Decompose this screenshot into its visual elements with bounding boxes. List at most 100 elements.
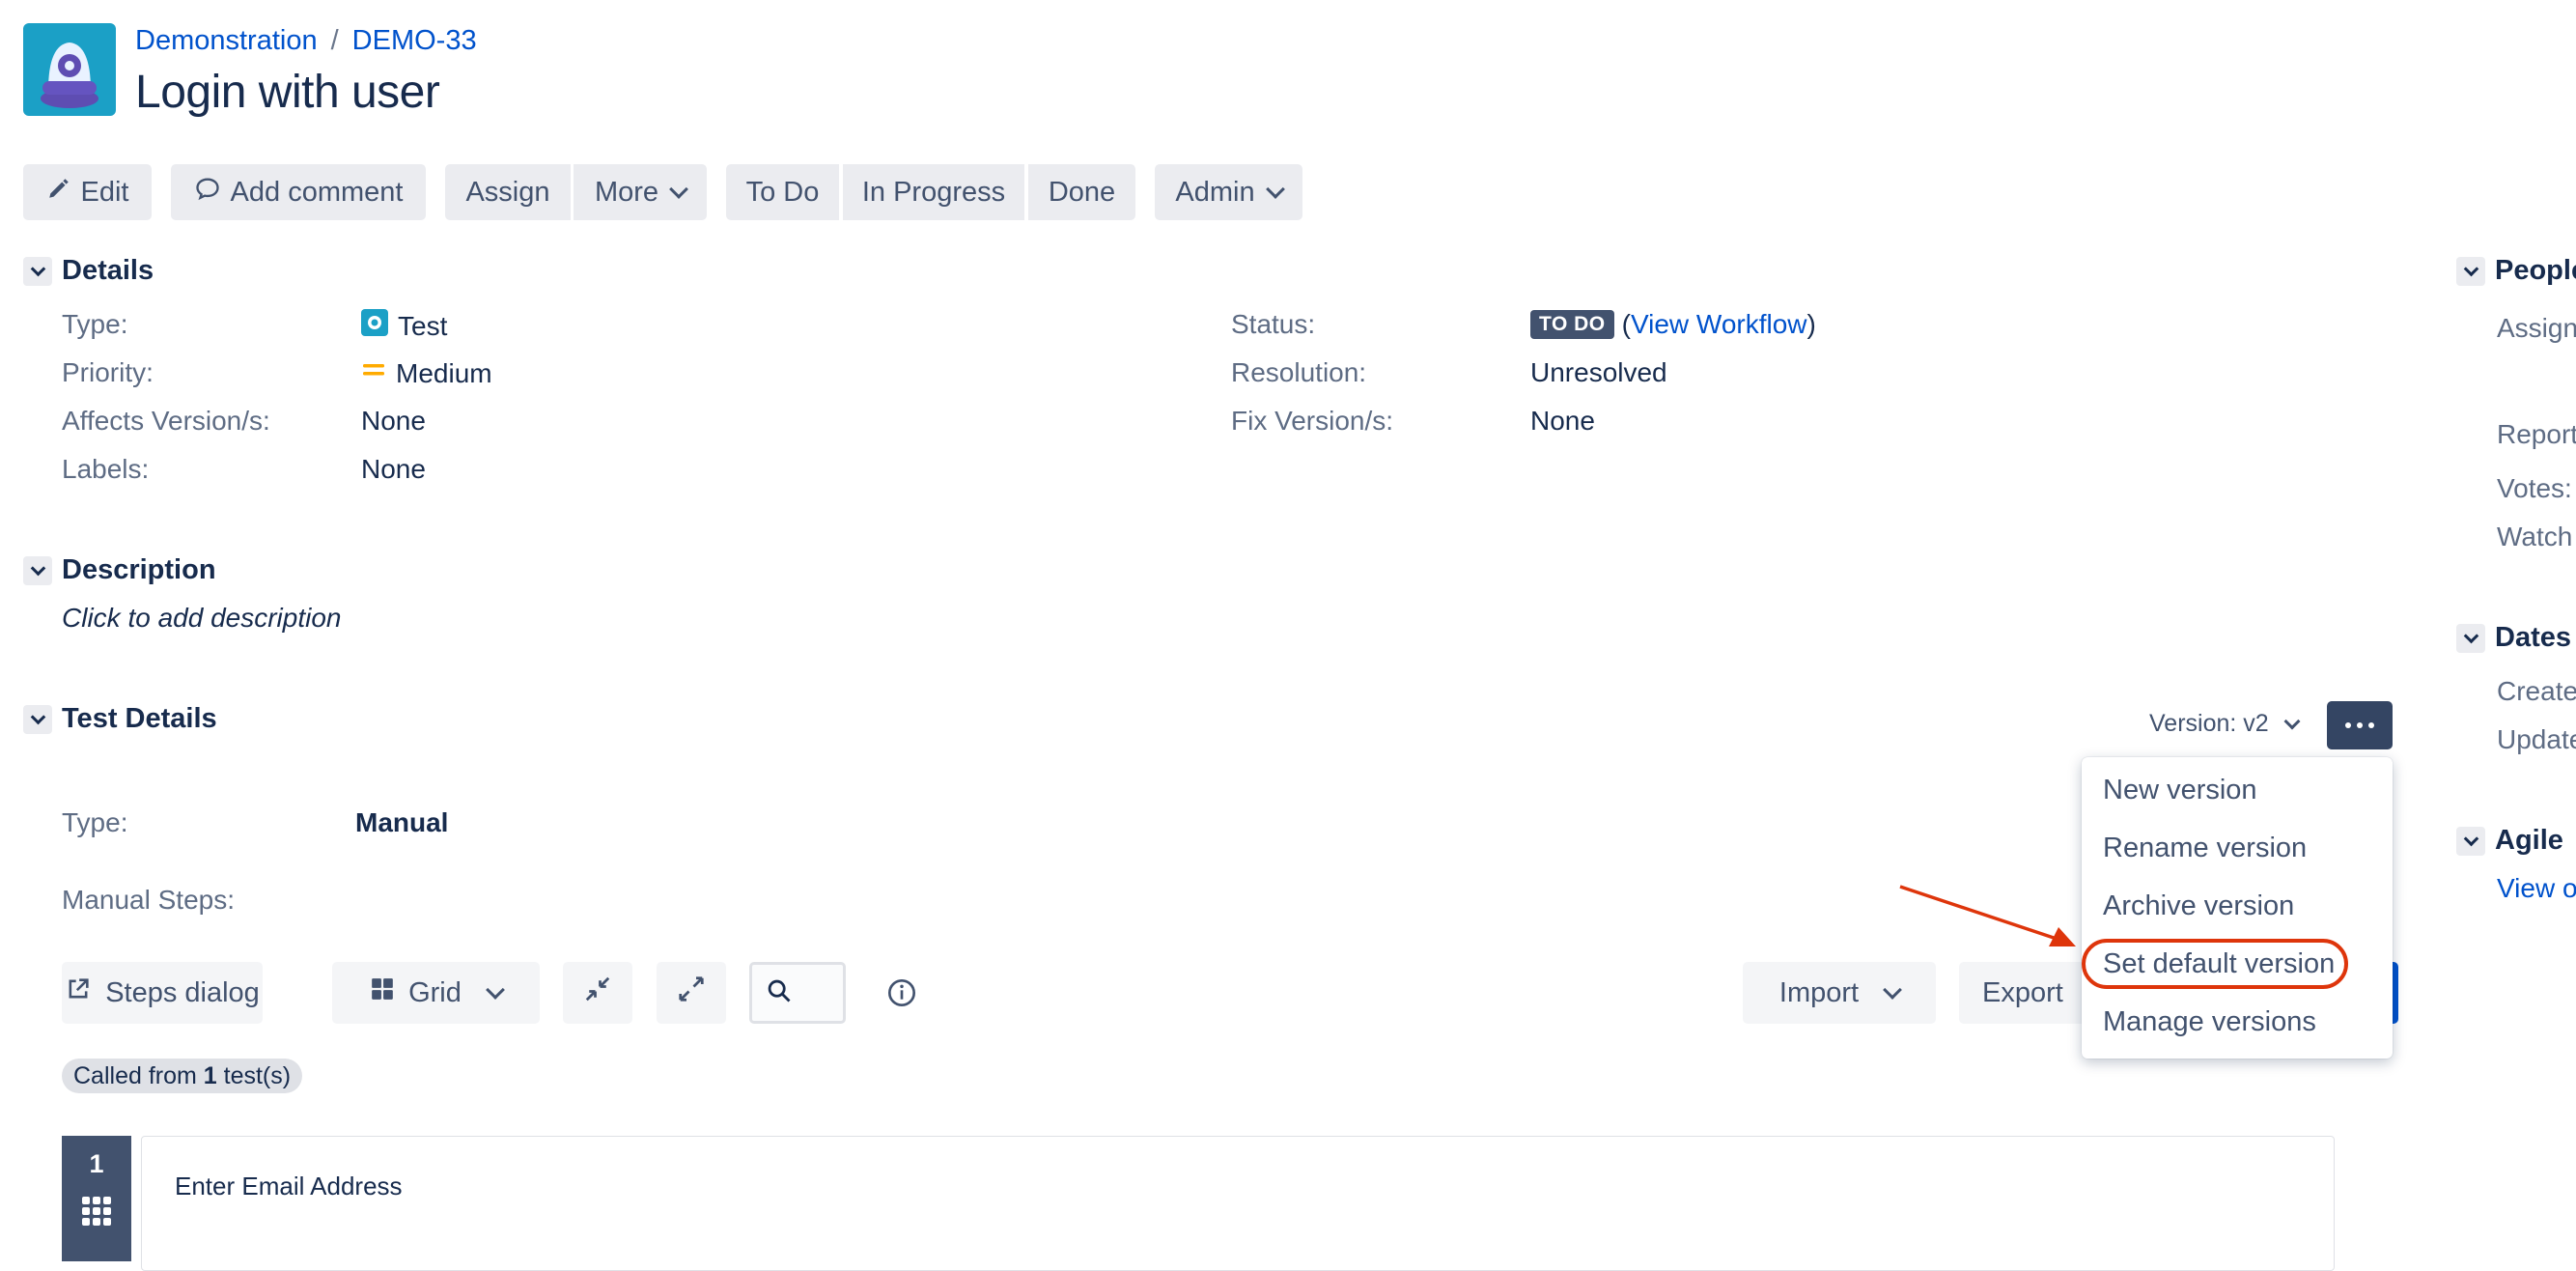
version-dropdown-menu: New version Rename version Archive versi… (2082, 757, 2393, 1059)
page-title: Login with user (135, 67, 440, 118)
admin-button[interactable]: Admin (1155, 164, 1302, 220)
affects-version-value: None (361, 406, 426, 436)
more-label: More (594, 176, 659, 208)
called-from-suffix: test(s) (223, 1061, 292, 1089)
fix-version-value: None (1530, 406, 1595, 436)
annotation-highlight-ring (2082, 939, 2348, 989)
priority-value-text: Medium (396, 357, 492, 388)
dates-section-header[interactable]: Dates (2456, 622, 2571, 654)
type-value: Test (361, 309, 447, 343)
called-from-badge[interactable]: Called from 1 test(s) (62, 1059, 303, 1093)
menu-item-rename-version[interactable]: Rename version (2103, 833, 2307, 864)
description-placeholder[interactable]: Click to add description (62, 603, 341, 634)
people-section-header[interactable]: People (2456, 255, 2576, 287)
assign-label: Assign (465, 176, 550, 208)
priority-medium-icon (361, 357, 386, 389)
grid-label: Grid (408, 976, 462, 1008)
test-details-section-header[interactable]: Test Details (23, 703, 217, 735)
agile-heading: Agile (2495, 825, 2563, 856)
edit-button[interactable]: Edit (23, 164, 152, 220)
breadcrumb-separator: / (330, 25, 339, 56)
step-action-text: Enter Email Address (175, 1172, 403, 1200)
version-selector[interactable]: Version: v2 (2149, 710, 2301, 738)
priority-label: Priority: (62, 357, 154, 387)
status-value: TO DO ( View Workflow ) (1530, 309, 1816, 340)
status-paren-close: ) (1806, 309, 1816, 339)
project-avatar[interactable] (23, 23, 116, 116)
collapse-toggle-icon[interactable] (23, 555, 52, 585)
expand-all-button[interactable] (657, 962, 726, 1024)
breadcrumb-issue-link[interactable]: DEMO-33 (352, 25, 477, 57)
step-action-cell[interactable]: Enter Email Address (141, 1136, 2335, 1271)
watchers-label: Watch (2497, 522, 2573, 551)
done-transition-button[interactable]: Done (1028, 164, 1135, 220)
test-details-heading: Test Details (62, 703, 217, 734)
more-button[interactable]: More (574, 164, 707, 220)
menu-item-archive-version[interactable]: Archive version (2103, 890, 2294, 922)
status-badge: TO DO (1530, 310, 1614, 339)
info-icon[interactable] (886, 977, 917, 1013)
breadcrumb: Demonstration / DEMO-33 (135, 25, 477, 57)
steps-search-input[interactable] (749, 962, 846, 1024)
menu-item-new-version[interactable]: New version (2103, 775, 2257, 806)
search-icon (766, 977, 793, 1009)
type-label: Type: (62, 309, 128, 339)
details-heading: Details (62, 255, 154, 286)
resolution-value: Unresolved (1530, 357, 1667, 387)
add-comment-label: Add comment (230, 176, 404, 208)
add-comment-button[interactable]: Add comment (171, 164, 426, 220)
grid-view-button[interactable]: Grid (332, 962, 540, 1024)
test-issue-type-icon (361, 309, 388, 343)
collapse-all-button[interactable] (563, 962, 632, 1024)
breadcrumb-project-link[interactable]: Demonstration (135, 25, 318, 57)
people-heading: People (2495, 255, 2576, 286)
agile-section-header[interactable]: Agile (2456, 825, 2563, 857)
todo-label: To Do (745, 176, 820, 208)
step-number-column: 1 (62, 1136, 131, 1261)
status-paren-open: ( (1621, 309, 1631, 339)
labels-value[interactable]: None (361, 454, 426, 485)
steps-dialog-button[interactable]: Steps dialog (62, 962, 263, 1024)
collapse-toggle-icon[interactable] (2456, 826, 2485, 856)
status-label: Status: (1231, 309, 1316, 339)
grid-icon (370, 976, 395, 1009)
description-section-header[interactable]: Description (23, 554, 216, 586)
expand-icon (677, 974, 706, 1011)
dates-heading: Dates (2495, 622, 2571, 653)
menu-item-manage-versions[interactable]: Manage versions (2103, 1006, 2316, 1038)
in-progress-transition-button[interactable]: In Progress (843, 164, 1024, 220)
import-label: Import (1778, 976, 1860, 1008)
details-section-header[interactable]: Details (23, 255, 154, 287)
edit-button-label: Edit (80, 176, 129, 208)
version-selector-label: Version: v2 (2149, 710, 2269, 737)
chevron-down-icon (1265, 180, 1285, 199)
collapse-toggle-icon[interactable] (23, 704, 52, 734)
annotation-arrow-icon (1899, 885, 2076, 946)
steps-dialog-label: Steps dialog (105, 976, 260, 1008)
collapse-toggle-icon[interactable] (2456, 256, 2485, 286)
assign-button[interactable]: Assign (445, 164, 571, 220)
test-type-label: Type: (62, 807, 128, 837)
import-button[interactable]: Import (1743, 962, 1936, 1024)
comment-icon (194, 175, 221, 210)
votes-label: Votes: (2497, 473, 2572, 503)
chevron-down-icon (2283, 713, 2301, 729)
step-number: 1 (89, 1149, 104, 1178)
agile-view-link[interactable]: View o (2497, 873, 2576, 904)
test-type-value[interactable]: Manual (355, 807, 448, 838)
more-dots-icon (2345, 722, 2374, 728)
drag-handle-icon[interactable] (62, 1195, 131, 1228)
affects-version-label: Affects Version/s: (62, 406, 270, 436)
todo-transition-button[interactable]: To Do (726, 164, 839, 220)
view-workflow-link[interactable]: View Workflow (1631, 309, 1807, 340)
collapse-icon (583, 974, 612, 1011)
version-more-button[interactable] (2327, 701, 2393, 749)
collapse-toggle-icon[interactable] (23, 256, 52, 286)
fix-version-label: Fix Version/s: (1231, 406, 1394, 436)
called-from-count: 1 (203, 1061, 217, 1089)
pencil-icon (46, 176, 71, 209)
labels-label: Labels: (62, 454, 150, 484)
collapse-toggle-icon[interactable] (2456, 623, 2485, 653)
admin-label: Admin (1175, 176, 1255, 208)
priority-value: Medium (361, 357, 492, 389)
